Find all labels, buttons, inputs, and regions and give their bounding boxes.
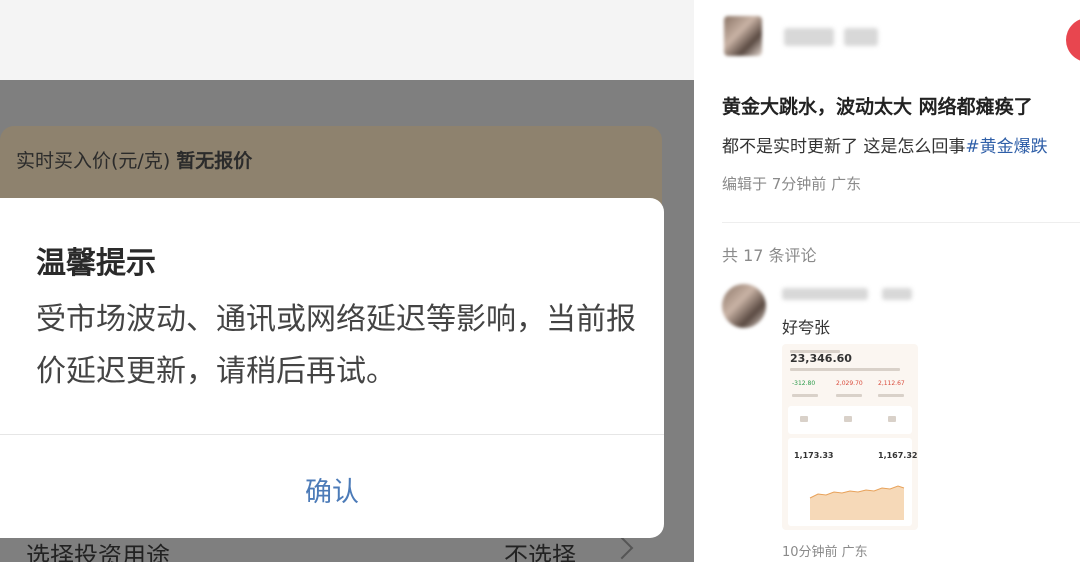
realtime-buy-price: 实时买入价(元/克) 暂无报价	[16, 146, 252, 173]
author-name[interactable]	[784, 28, 834, 46]
comment-image[interactable]: 23,346.60 -312.80 2,029.70 2,112.67 1,17…	[782, 344, 918, 530]
purpose-value[interactable]: 不选择	[504, 536, 576, 562]
dialog-message: 受市场波动、通讯或网络延迟等影响，当前报价延迟更新，请稍后再试。	[36, 302, 636, 389]
thumb-main-value: 23,346.60	[790, 352, 852, 365]
commenter-name-suffix	[882, 288, 912, 300]
thumb-stat-1: -312.80	[792, 380, 816, 387]
thumb-subline	[790, 368, 900, 371]
purpose-label: 选择投资用途	[26, 542, 170, 562]
dialog-divider	[0, 434, 664, 435]
commenter-avatar[interactable]	[722, 284, 766, 328]
divider	[722, 222, 1080, 223]
post-meta: 编辑于 7分钟前 广东	[722, 175, 862, 193]
comment-time: 10分钟前 广东	[782, 545, 868, 560]
thumb-icon	[844, 416, 852, 422]
thumb-stat-label	[836, 394, 862, 397]
app-header-area	[0, 0, 694, 80]
dialog-title: 温馨提示	[36, 246, 156, 281]
post-body: 都不是实时更新了 这是怎么回事#黄金爆跌	[722, 132, 1048, 157]
app-screenshot: 实时买入价(元/克) 暂无报价 选择投资用途 不选择 温馨提示 受市场波动、通讯或…	[0, 0, 694, 562]
commenter-name[interactable]	[782, 288, 868, 300]
author-avatar[interactable]	[724, 16, 762, 56]
thumb-icon	[888, 416, 896, 422]
thumb-left-value: 1,173.33	[794, 451, 834, 460]
confirm-button[interactable]: 确认	[0, 470, 664, 509]
comment-text: 好夸张	[782, 318, 831, 337]
thumb-line-chart	[809, 485, 905, 520]
thumb-stat-label	[878, 394, 904, 397]
price-value: 暂无报价	[176, 150, 253, 172]
thumb-right-value: 1,167.32	[878, 451, 918, 460]
post-title: 黄金大跳水，波动太大 网络都瘫痪了	[722, 96, 1033, 118]
thumb-icon	[800, 416, 808, 422]
thumb-stat-label	[792, 394, 818, 397]
author-name-suffix	[844, 28, 878, 46]
notice-dialog: 温馨提示 受市场波动、通讯或网络延迟等影响，当前报价延迟更新，请稍后再试。 确认	[0, 198, 664, 538]
post-body-text: 都不是实时更新了 这是怎么回事	[722, 137, 966, 157]
follow-button[interactable]	[1066, 18, 1080, 62]
thumb-stat-2: 2,029.70	[836, 380, 863, 387]
thumb-stat-3: 2,112.67	[878, 380, 905, 387]
price-label-text: 实时买入价(元/克)	[16, 150, 171, 172]
comment-count: 共 17 条评论	[722, 246, 817, 265]
social-post: 黄金大跳水，波动太大 网络都瘫痪了 都不是实时更新了 这是怎么回事#黄金爆跌 编…	[694, 0, 1080, 562]
hashtag-link[interactable]: #黄金爆跌	[965, 137, 1047, 157]
